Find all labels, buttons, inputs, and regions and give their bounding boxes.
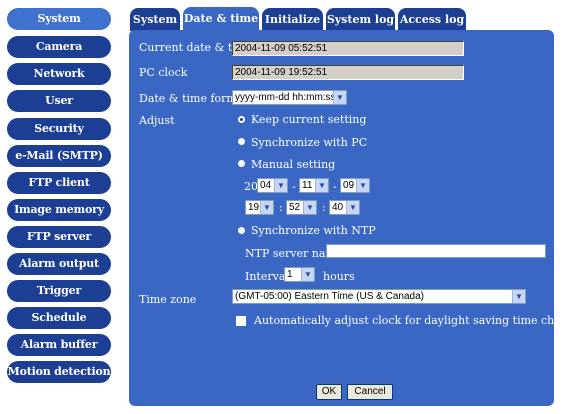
radio-sync-ntp[interactable] [238,227,245,234]
sidebar-item-motion-detection[interactable]: Motion detection [7,361,111,383]
tab-access-log[interactable]: Access log [398,8,466,31]
interval-select[interactable]: 1 ▼ [284,267,315,282]
time-separator: : [279,201,283,214]
manual-label: Manual setting [251,158,336,171]
datetime-format-select[interactable]: yyyy-mm-dd hh:mm:ss ▼ [232,90,347,105]
dst-checkbox[interactable] [236,316,246,326]
dst-label: Automatically adjust clock for daylight … [254,314,566,327]
sidebar-item-ftp-client[interactable]: FTP client [7,172,111,194]
year-prefix: 20 [244,180,258,193]
pc-clock-field: 2004-11-09 19:52:51 [232,65,464,80]
sidebar-item-alarm-output[interactable]: Alarm output [7,253,111,275]
chevron-down-icon: ▼ [512,290,525,303]
chevron-down-icon: ▼ [303,201,316,214]
date-separator: - [333,180,337,193]
chevron-down-icon: ▼ [274,179,287,192]
tab-system-log[interactable]: System log [326,8,395,31]
datetime-format-value: yyyy-mm-dd hh:mm:ss [235,92,336,103]
second-select[interactable]: 40 ▼ [329,200,360,215]
adjust-label: Adjust [139,114,175,127]
minute-select[interactable]: 52 ▼ [286,200,317,215]
chevron-down-icon: ▼ [346,201,359,214]
year-select[interactable]: 04 ▼ [257,178,288,193]
hour-value: 19 [248,202,260,213]
sidebar-item-schedule[interactable]: Schedule [7,307,111,329]
radio-sync-pc[interactable] [238,138,245,145]
interval-value: 1 [287,269,293,280]
radio-keep-current[interactable] [238,116,245,123]
hour-select[interactable]: 19 ▼ [245,200,274,215]
radio-manual[interactable] [238,160,245,167]
day-select[interactable]: 09 ▼ [340,178,370,193]
date-separator: - [292,180,296,193]
timezone-value: (GMT-05:00) Eastern Time (US & Canada) [235,291,424,302]
minute-value: 52 [289,202,301,213]
day-value: 09 [343,180,355,191]
sidebar-item-security[interactable]: Security [7,118,111,140]
timezone-label: Time zone [139,293,197,306]
sidebar-item-trigger[interactable]: Trigger [7,280,111,302]
month-select[interactable]: 11 ▼ [299,178,329,193]
timezone-select[interactable]: (GMT-05:00) Eastern Time (US & Canada) ▼ [232,289,526,304]
pc-clock-label: PC clock [139,66,188,79]
chevron-down-icon: ▼ [333,91,346,104]
sidebar-item-camera[interactable]: Camera [7,36,111,58]
sync-pc-label: Synchronize with PC [251,136,368,149]
sidebar-item-image-memory[interactable]: Image memory [7,199,111,221]
cancel-button[interactable]: Cancel [347,384,393,400]
tab-initialize[interactable]: Initialize [262,8,323,31]
second-value: 40 [332,202,344,213]
chevron-down-icon: ▼ [315,179,328,192]
ntp-server-input[interactable] [326,244,546,258]
chevron-down-icon: ▼ [260,201,273,214]
sidebar-item-network[interactable]: Network [7,63,111,85]
hours-label: hours [323,270,355,283]
month-value: 11 [302,180,313,191]
keep-current-label: Keep current setting [251,113,367,126]
tab-system[interactable]: System [130,8,180,31]
sidebar-item-email-smtp[interactable]: e-Mail (SMTP) [7,145,111,167]
chevron-down-icon: ▼ [356,179,369,192]
chevron-down-icon: ▼ [301,268,314,281]
sidebar-item-alarm-buffer[interactable]: Alarm buffer [7,334,111,356]
interval-label: Interval [245,270,289,283]
settings-panel [129,30,554,406]
year-value: 04 [260,180,272,191]
ok-button[interactable]: OK [316,384,342,400]
current-datetime-field: 2004-11-09 05:52:51 [232,41,464,56]
sidebar-item-system[interactable]: System [7,8,111,30]
sync-ntp-label: Synchronize with NTP [251,224,376,237]
sidebar-item-ftp-server[interactable]: FTP server [7,226,111,248]
time-separator: : [322,201,326,214]
sidebar-item-user[interactable]: User [7,90,111,112]
tab-date-time[interactable]: Date & time [183,7,259,31]
